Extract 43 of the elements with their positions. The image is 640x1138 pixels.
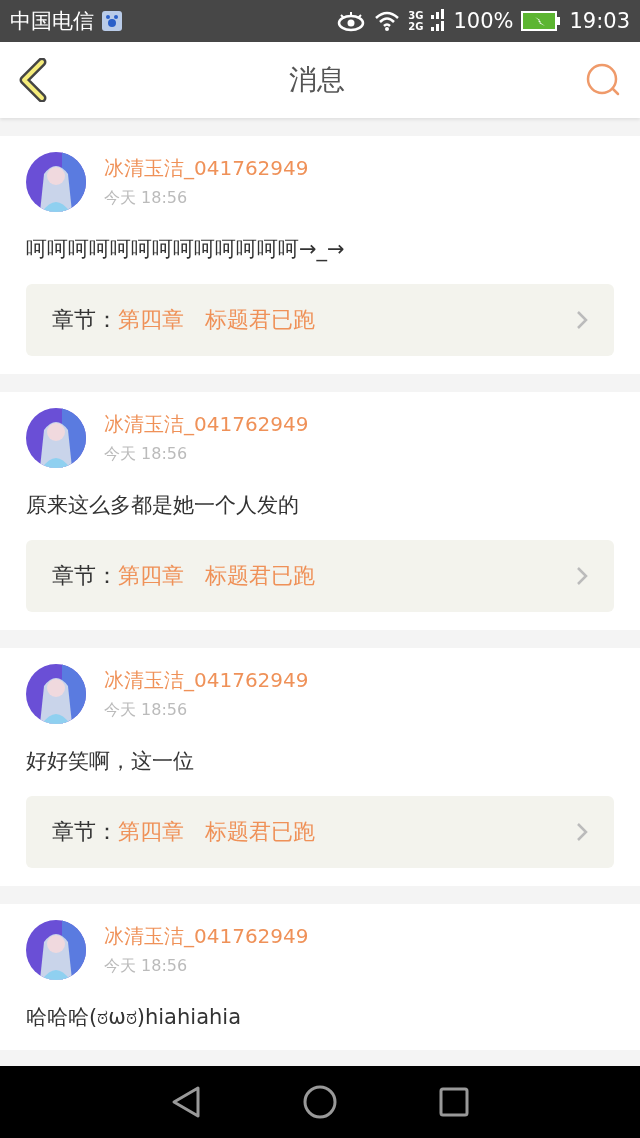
clock: 19:03 xyxy=(569,9,630,33)
avatar[interactable] xyxy=(26,920,86,980)
user-name[interactable]: 冰清玉洁_041762949 xyxy=(104,923,309,950)
message-text: 原来这么多都是她一个人发的 xyxy=(26,492,300,519)
message-text: 好好笑啊，这一位 xyxy=(26,748,195,775)
page-title: 消息 xyxy=(289,62,345,98)
carrier: 中国电信 xyxy=(10,8,94,35)
network-label: 3G xyxy=(408,10,424,21)
avatar[interactable] xyxy=(26,408,86,468)
chapter-title: 第四章 标题君已跑 xyxy=(118,306,316,334)
chapter-label: 章节： xyxy=(52,306,118,334)
message-text: 哈哈哈(ಠωಠ)hiahiahia xyxy=(26,1004,242,1031)
chevron-icon xyxy=(576,566,588,586)
paw-icon xyxy=(102,11,122,31)
avatar[interactable] xyxy=(26,664,86,724)
user-name[interactable]: 冰清玉洁_041762949 xyxy=(104,155,309,182)
back-nav-icon[interactable] xyxy=(171,1085,201,1119)
chapter-link[interactable]: 章节：第四章 标题君已跑 xyxy=(26,284,614,356)
chapter-link[interactable]: 章节：第四章 标题君已跑 xyxy=(26,796,614,868)
recents-nav-icon[interactable] xyxy=(439,1087,469,1117)
message-time: 今天 18:56 xyxy=(104,188,189,209)
chapter-label: 章节： xyxy=(52,562,118,590)
user-name[interactable]: 冰清玉洁_041762949 xyxy=(104,667,309,694)
chapter-label: 章节： xyxy=(52,818,118,846)
back-icon[interactable] xyxy=(18,58,48,102)
chapter-title: 第四章 标题君已跑 xyxy=(118,562,316,590)
battery-icon xyxy=(521,11,562,31)
chapter-link[interactable]: 章节：第四章 标题君已跑 xyxy=(26,540,614,612)
chapter-title: 第四章 标题君已跑 xyxy=(118,818,316,846)
message-time: 今天 18:56 xyxy=(104,444,189,465)
message-text: 呵呵呵呵呵呵呵呵呵呵呵呵呵→_→ xyxy=(26,236,346,264)
avatar[interactable] xyxy=(26,152,86,212)
chevron-icon xyxy=(576,822,588,842)
signal-icon xyxy=(431,9,446,33)
message-time: 今天 18:56 xyxy=(104,956,189,977)
wifi-icon xyxy=(374,11,401,31)
message-time: 今天 18:56 xyxy=(104,700,189,721)
battery-percent: 100% xyxy=(453,9,514,33)
chevron-icon xyxy=(576,310,588,330)
user-name[interactable]: 冰清玉洁_041762949 xyxy=(104,411,309,438)
network-label: 2G xyxy=(408,21,424,32)
home-nav-icon[interactable] xyxy=(303,1085,337,1119)
eye-icon xyxy=(336,10,367,32)
